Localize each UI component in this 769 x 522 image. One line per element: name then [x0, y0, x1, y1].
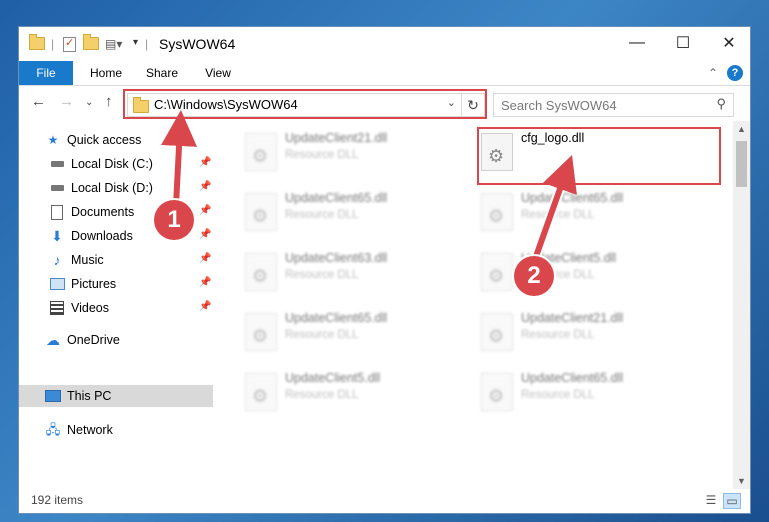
arrow-2: [529, 155, 577, 264]
step-1-badge: 1: [154, 200, 194, 240]
step-2-badge: 2: [514, 256, 554, 296]
annotation-arrows: [161, 110, 577, 264]
arrow-1: [161, 110, 198, 206]
